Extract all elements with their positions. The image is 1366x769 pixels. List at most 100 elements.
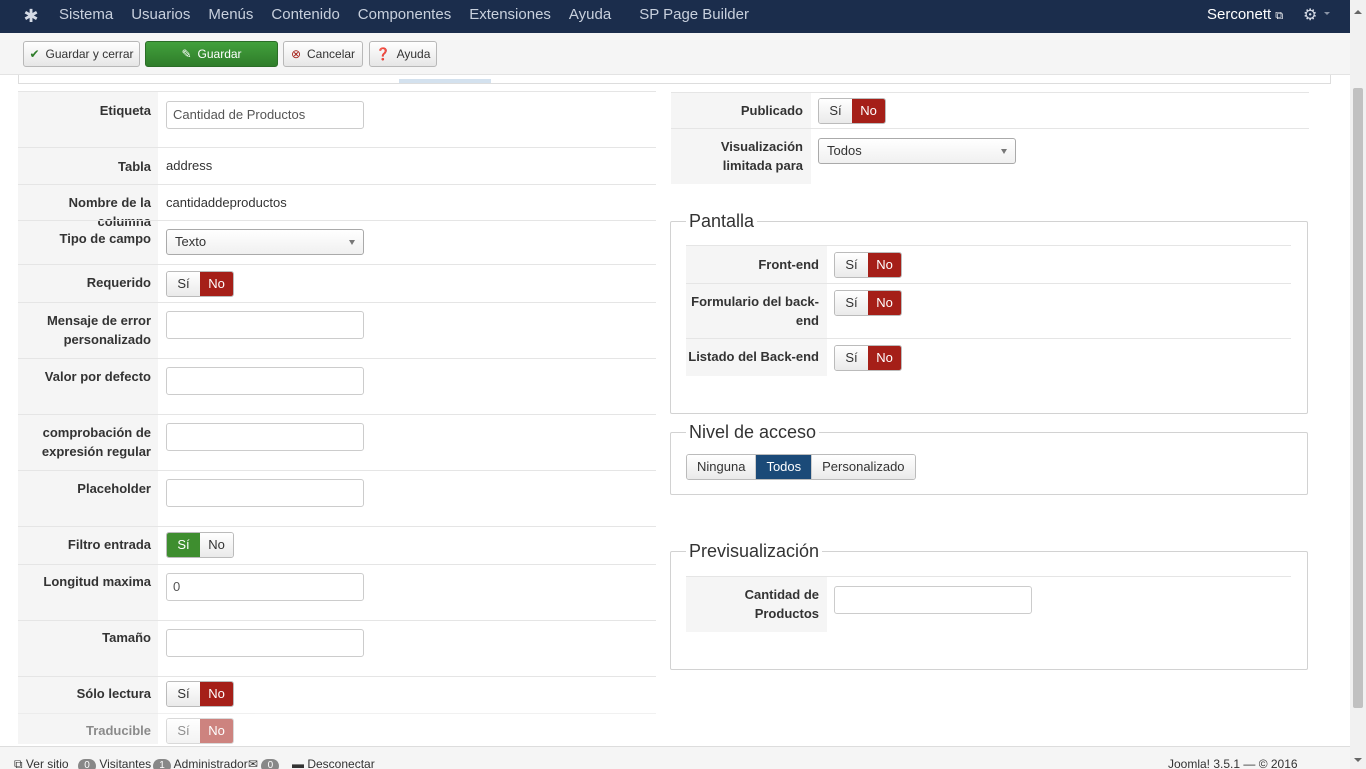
frontend-no[interactable]: No	[868, 253, 901, 277]
cancel-icon: ⊗	[290, 47, 302, 61]
label-access: Visualización limitada para	[720, 139, 803, 173]
row-readonly: Sólo lectura Sí No	[18, 676, 656, 713]
regex-input[interactable]	[166, 423, 364, 451]
label-maxlength: Longitud maxima	[43, 574, 151, 589]
required-no[interactable]: No	[200, 272, 233, 296]
status-bar: ⧉ Ver sitio 0 Visitantes 1 Administrador…	[0, 746, 1350, 769]
preview-legend: Previsualización	[686, 541, 823, 562]
external-link-icon: ⧉	[1275, 10, 1284, 22]
label-published: Publicado	[740, 103, 803, 118]
vertical-scrollbar[interactable]	[1350, 0, 1366, 769]
row-regex: comprobación de expresión regular	[18, 414, 656, 470]
version-info: Joomla! 3.5.1 — © 2016 Serconett	[1168, 757, 1298, 769]
backend-form-no[interactable]: No	[868, 291, 901, 315]
menu-contenido[interactable]: Contenido	[262, 0, 348, 33]
readonly-no[interactable]: No	[200, 682, 233, 706]
required-yes[interactable]: Sí	[167, 272, 200, 296]
chevron-down-icon[interactable]	[1324, 12, 1330, 15]
size-input[interactable]	[166, 629, 364, 657]
minus-icon: ▬	[292, 757, 304, 769]
default-value-input[interactable]	[166, 367, 364, 395]
access-select[interactable]: Todos	[818, 138, 1016, 164]
label-input[interactable]: Cantidad de Productos	[166, 101, 364, 129]
menu-componentes[interactable]: Componentes	[349, 0, 460, 33]
menu-menus[interactable]: Menús	[199, 0, 262, 33]
pantalla-legend: Pantalla	[686, 211, 758, 232]
row-filter: Filtro entrada Sí No	[18, 526, 656, 564]
visitors-info: 0 Visitantes	[78, 757, 151, 769]
menu-extensiones[interactable]: Extensiones	[460, 0, 560, 33]
translatable-yes[interactable]: Sí	[167, 719, 200, 743]
access-all-button[interactable]: Todos	[756, 455, 813, 479]
messages-info[interactable]: ✉ 0	[248, 757, 280, 769]
filter-toggle[interactable]: Sí No	[166, 532, 234, 558]
label-preview: Cantidad de Productos	[744, 587, 819, 621]
frontend-toggle[interactable]: Sí No	[834, 252, 902, 278]
maxlength-input[interactable]: 0	[166, 573, 364, 601]
view-site-link[interactable]: ⧉ Ver sitio	[14, 757, 69, 769]
gear-icon[interactable]: ⚙	[1303, 5, 1317, 25]
logout-link[interactable]: ▬ Desconectar	[292, 757, 375, 769]
site-link[interactable]: Serconett ⧉	[1207, 6, 1283, 23]
backend-form-yes[interactable]: Sí	[835, 291, 868, 315]
row-translatable: Traducible Sí No	[18, 713, 656, 744]
readonly-yes[interactable]: Sí	[167, 682, 200, 706]
joomla-logo-icon[interactable]: ✱	[22, 7, 40, 25]
access-level-buttons[interactable]: Ninguna Todos Personalizado	[686, 454, 916, 480]
admin-label: Administrador	[173, 757, 248, 769]
admin-info: 1 Administrador	[153, 757, 248, 769]
frontend-yes[interactable]: Sí	[835, 253, 868, 277]
access-custom-button[interactable]: Personalizado	[812, 455, 915, 479]
menu-usuarios[interactable]: Usuarios	[122, 0, 199, 33]
menu-ayuda[interactable]: Ayuda	[560, 0, 620, 33]
error-message-input[interactable]	[166, 311, 364, 339]
filter-yes[interactable]: Sí	[167, 533, 200, 557]
scroll-thumb[interactable]	[1353, 88, 1363, 708]
row-preview: Cantidad de Productos	[686, 576, 1291, 632]
backend-list-yes[interactable]: Sí	[835, 346, 868, 370]
field-type-select[interactable]: Texto	[166, 229, 364, 255]
translatable-toggle[interactable]: Sí No	[166, 718, 234, 744]
placeholder-input[interactable]	[166, 479, 364, 507]
menu-sp-page-builder[interactable]: SP Page Builder	[630, 0, 758, 33]
row-type: Tipo de campo Texto	[18, 220, 656, 264]
required-toggle[interactable]: Sí No	[166, 271, 234, 297]
published-toggle[interactable]: Sí No	[818, 98, 886, 124]
preview-input[interactable]	[834, 586, 1032, 614]
view-site-label: Ver sitio	[25, 757, 69, 769]
question-icon: ❓	[375, 47, 391, 61]
access-none-button[interactable]: Ninguna	[687, 455, 757, 479]
backend-list-toggle[interactable]: Sí No	[834, 345, 902, 371]
scroll-down-icon[interactable]	[1354, 758, 1362, 762]
label-placeholder: Placeholder	[77, 481, 151, 496]
row-published: Publicado Sí No	[671, 92, 1309, 129]
main-menu: Sistema Usuarios Menús Contenido Compone…	[50, 0, 758, 33]
access-value: Todos	[827, 143, 862, 158]
label-error-message: Mensaje de error personalizado	[46, 313, 151, 347]
label-translatable: Traducible	[85, 723, 151, 738]
scroll-up-icon[interactable]	[1354, 10, 1362, 14]
field-type-value: Texto	[175, 234, 207, 249]
save-close-button[interactable]: ✔ Guardar y cerrar	[23, 41, 140, 67]
backend-list-no[interactable]: No	[868, 346, 901, 370]
label-required: Requerido	[86, 275, 151, 290]
translatable-no[interactable]: No	[200, 719, 233, 743]
admin-badge: 1	[153, 759, 171, 769]
label-size: Tamaño	[102, 630, 151, 645]
backend-form-toggle[interactable]: Sí No	[834, 290, 902, 316]
save-button[interactable]: ✎ Guardar	[145, 41, 278, 67]
readonly-toggle[interactable]: Sí No	[166, 681, 234, 707]
active-tab-indicator[interactable]	[399, 79, 491, 83]
messages-badge: 0	[261, 759, 280, 769]
help-button[interactable]: ❓ Ayuda	[369, 41, 437, 67]
help-label: Ayuda	[396, 47, 431, 61]
published-no[interactable]: No	[852, 99, 885, 123]
published-yes[interactable]: Sí	[819, 99, 852, 123]
row-default-value: Valor por defecto	[18, 358, 656, 414]
row-label: Etiqueta Cantidad de Productos	[18, 91, 656, 147]
label-frontend: Front-end	[758, 257, 819, 272]
cancel-button[interactable]: ⊗ Cancelar	[283, 41, 363, 67]
menu-sistema[interactable]: Sistema	[50, 0, 122, 33]
filter-no[interactable]: No	[200, 533, 233, 557]
row-backend-form: Formulario del back-end Sí No	[686, 283, 1291, 338]
